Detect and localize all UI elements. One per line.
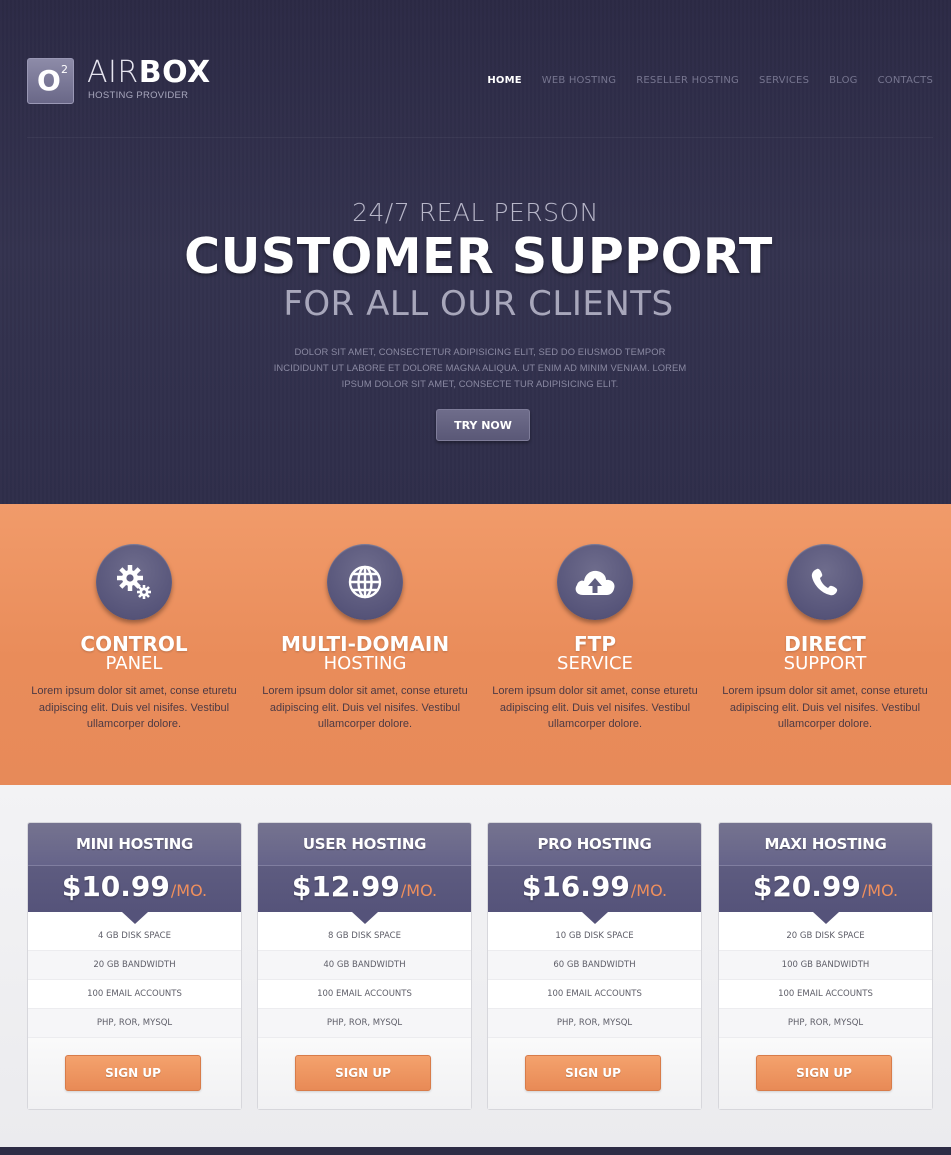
feature-subtitle: PANEL [105, 653, 163, 674]
plan-price-amount: $10.99 [61, 870, 170, 903]
nav-reseller-hosting[interactable]: RESELLER HOSTING [636, 75, 739, 86]
feature-text: Lorem ipsum dolor sit amet, conse eturet… [262, 685, 468, 730]
feature-text: Lorem ipsum dolor sit amet, conse eturet… [492, 685, 698, 730]
main-nav: HOME WEB HOSTING RESELLER HOSTING SERVIC… [467, 75, 933, 86]
plan-price-period: /MO. [630, 881, 668, 900]
feature-subtitle: HOSTING [323, 653, 407, 674]
nav-blog[interactable]: BLOG [829, 75, 858, 86]
hero-section: O 2 AIRBOX HOSTING PROVIDER HOME WEB HOS… [0, 0, 951, 504]
plan-feature: 10 GB DISK SPACE [488, 922, 701, 951]
plan-feature: 100 GB BANDWIDTH [719, 951, 932, 980]
plan-name: MINI HOSTING [28, 823, 241, 865]
gears-icon[interactable] [96, 544, 172, 620]
brand-name[interactable]: AIRBOX [87, 56, 211, 90]
brand-name-light: AIR [87, 55, 139, 90]
plan-price: $16.99/MO. [488, 865, 701, 912]
plan-card-mini: MINI HOSTING $10.99/MO. 4 GB DISK SPACE … [27, 822, 242, 1110]
plan-price: $20.99/MO. [719, 865, 932, 912]
feature-subtitle: SERVICE [557, 653, 633, 674]
plan-feature: PHP, ROR, MYSQL [488, 1009, 701, 1038]
globe-icon[interactable] [327, 544, 403, 620]
plan-feature: 8 GB DISK SPACE [258, 922, 471, 951]
nav-services[interactable]: SERVICES [759, 75, 809, 86]
header-divider [27, 137, 933, 138]
phone-icon[interactable] [787, 544, 863, 620]
features-section: CONTROL PANEL Lorem ipsum dolor sit amet… [0, 504, 951, 785]
plan-feature: 100 EMAIL ACCOUNTS [258, 980, 471, 1009]
feature-title: FTP [574, 632, 616, 656]
feature-title: DIRECT [784, 632, 866, 656]
plan-feature: 100 EMAIL ACCOUNTS [488, 980, 701, 1009]
plan-name: USER HOSTING [258, 823, 471, 865]
sign-up-button[interactable]: SIGN UP [756, 1055, 892, 1091]
hero-subheadline: FOR ALL OUR CLIENTS [283, 284, 674, 324]
sign-up-button[interactable]: SIGN UP [65, 1055, 201, 1091]
plan-name: PRO HOSTING [488, 823, 701, 865]
plan-price-period: /MO. [861, 881, 899, 900]
plan-feature: 100 EMAIL ACCOUNTS [719, 980, 932, 1009]
try-now-button[interactable]: TRY NOW [436, 409, 530, 441]
logo-icon[interactable]: O 2 [27, 58, 74, 104]
plan-price-amount: $12.99 [291, 870, 400, 903]
plan-price-amount: $20.99 [752, 870, 861, 903]
footer-strip [0, 1147, 951, 1155]
sign-up-button[interactable]: SIGN UP [525, 1055, 661, 1091]
plan-name: MAXI HOSTING [719, 823, 932, 865]
feature-title: CONTROL [80, 632, 188, 656]
plan-price: $12.99/MO. [258, 865, 471, 912]
plan-price-period: /MO. [170, 881, 208, 900]
plan-feature: 100 EMAIL ACCOUNTS [28, 980, 241, 1009]
feature-subtitle: SUPPORT [783, 653, 867, 674]
plan-price-period: /MO. [400, 881, 438, 900]
cloud-upload-icon[interactable] [557, 544, 633, 620]
plan-feature: 4 GB DISK SPACE [28, 922, 241, 951]
nav-contacts[interactable]: CONTACTS [878, 75, 933, 86]
plan-price: $10.99/MO. [28, 865, 241, 912]
logo-letter: O [37, 64, 61, 97]
plan-feature: PHP, ROR, MYSQL [28, 1009, 241, 1038]
nav-home[interactable]: HOME [487, 75, 521, 86]
brand-tagline: HOSTING PROVIDER [88, 90, 189, 101]
hero-headline: CUSTOMER SUPPORT [184, 228, 773, 285]
brand-name-bold: BOX [138, 55, 211, 90]
plan-feature: 60 GB BANDWIDTH [488, 951, 701, 980]
plan-feature: 20 GB BANDWIDTH [28, 951, 241, 980]
hero-description: DOLOR SIT AMET, CONSECTETUR ADIPISICING … [273, 346, 687, 389]
logo-superscript: 2 [61, 63, 68, 76]
plan-card-maxi: MAXI HOSTING $20.99/MO. 20 GB DISK SPACE… [718, 822, 933, 1110]
feature-text: Lorem ipsum dolor sit amet, conse eturet… [31, 685, 237, 730]
sign-up-button[interactable]: SIGN UP [295, 1055, 431, 1091]
feature-title: MULTI-DOMAIN [280, 632, 450, 656]
plan-price-amount: $16.99 [521, 870, 630, 903]
plan-feature: PHP, ROR, MYSQL [258, 1009, 471, 1038]
plan-card-user: USER HOSTING $12.99/MO. 8 GB DISK SPACE … [257, 822, 472, 1110]
plan-feature: PHP, ROR, MYSQL [719, 1009, 932, 1038]
hero-kicker: 24/7 REAL PERSON [352, 198, 599, 227]
plan-card-pro: PRO HOSTING $16.99/MO. 10 GB DISK SPACE … [487, 822, 702, 1110]
plan-feature: 40 GB BANDWIDTH [258, 951, 471, 980]
feature-text: Lorem ipsum dolor sit amet, conse eturet… [722, 685, 928, 730]
nav-web-hosting[interactable]: WEB HOSTING [542, 75, 616, 86]
plan-feature: 20 GB DISK SPACE [719, 922, 932, 951]
